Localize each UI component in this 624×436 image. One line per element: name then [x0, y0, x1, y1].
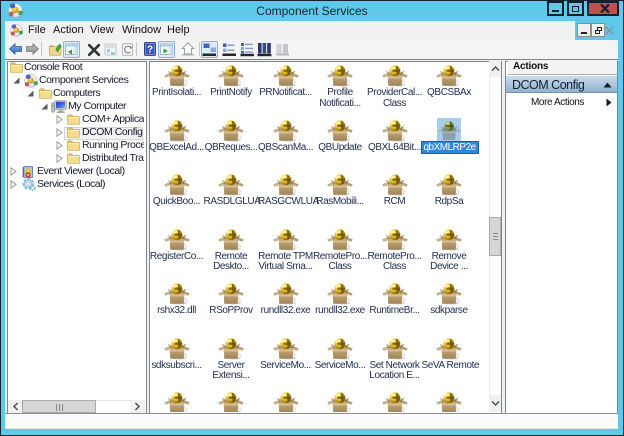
svg-text:?: ? [147, 44, 153, 55]
